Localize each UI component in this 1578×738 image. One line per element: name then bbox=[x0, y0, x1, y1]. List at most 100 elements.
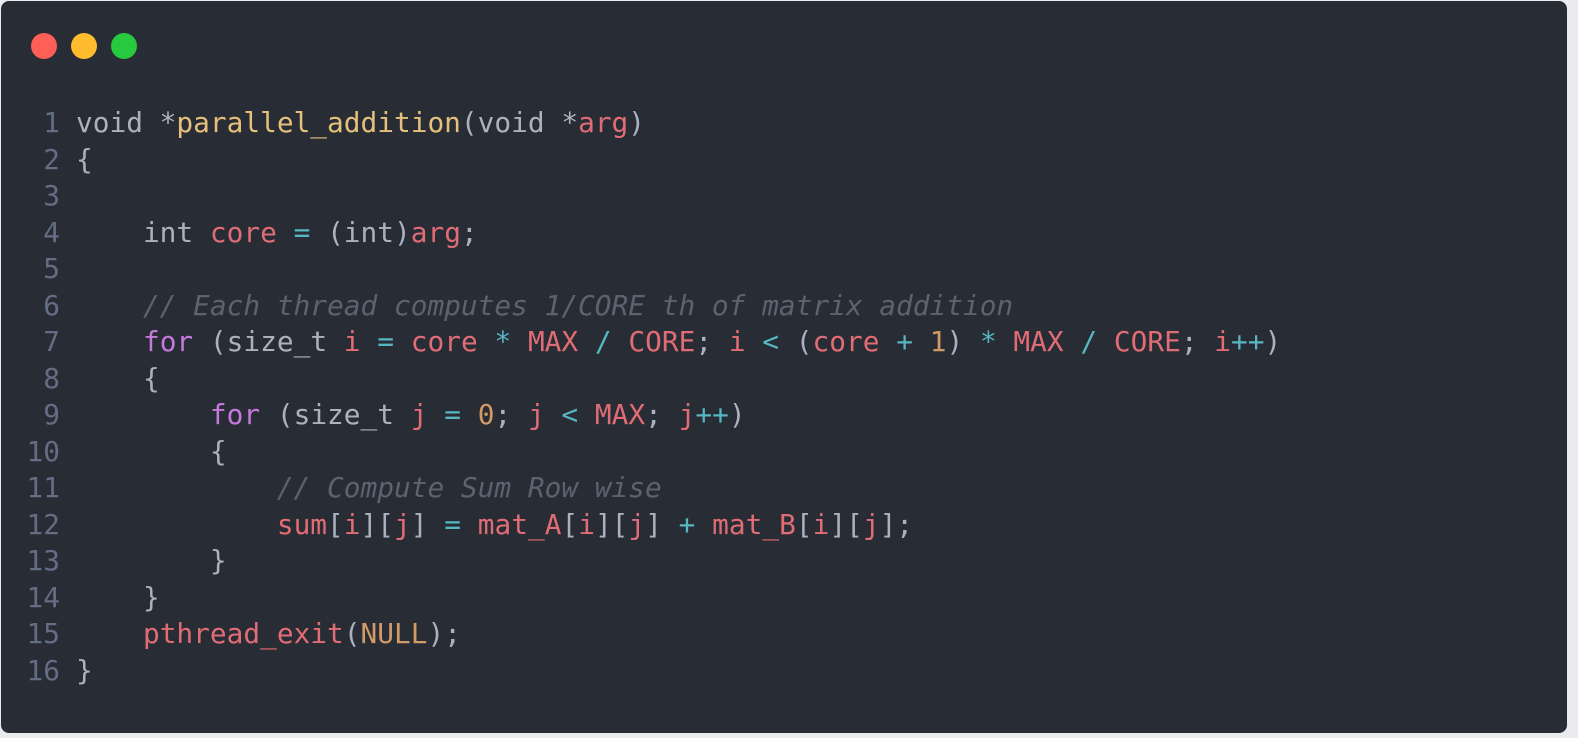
code-token: core bbox=[410, 325, 478, 358]
code-line: 3 bbox=[1, 178, 1567, 215]
code-token: i bbox=[343, 507, 361, 541]
code-token: / bbox=[1063, 325, 1114, 358]
line-text: } bbox=[76, 543, 1567, 580]
line-text: int core = (int)arg; bbox=[76, 215, 1567, 252]
code-token: ][ bbox=[360, 507, 395, 541]
code-token: ; bbox=[494, 398, 528, 431]
line-number: 13 bbox=[26, 544, 60, 577]
code-token: ) bbox=[946, 325, 964, 358]
code-token: (void * bbox=[460, 106, 579, 139]
code-token: } bbox=[76, 653, 93, 687]
line-number: 4 bbox=[43, 215, 60, 249]
code-token: pthread_exit bbox=[142, 617, 344, 650]
code-token: [ bbox=[561, 507, 579, 541]
code-token: ++ bbox=[1231, 325, 1265, 358]
code-block: 1 void *parallel_addition(void *arg) 2 {3 4 … bbox=[1, 105, 1567, 689]
code-token: j bbox=[410, 398, 428, 431]
code-token: (size_t bbox=[193, 325, 344, 358]
code-line: 5 bbox=[1, 251, 1567, 288]
code-token: [ bbox=[795, 507, 813, 541]
line-text: for (size_t i = core * MAX / CORE; i < (… bbox=[76, 324, 1567, 361]
minimize-button[interactable] bbox=[71, 33, 97, 59]
line-text: void *parallel_addition(void *arg) bbox=[76, 105, 1567, 142]
maximize-button[interactable] bbox=[111, 33, 137, 59]
line-number: 5 bbox=[43, 252, 60, 285]
code-token: * bbox=[963, 325, 1014, 358]
code-token: sum bbox=[276, 507, 328, 541]
line-text bbox=[76, 251, 1567, 288]
line-text: // Each thread computes 1/CORE th of mat… bbox=[76, 288, 1567, 325]
code-token: } bbox=[76, 580, 160, 614]
code-token: 0 bbox=[477, 398, 495, 431]
line-text: // Compute Sum Row wise bbox=[76, 470, 1567, 507]
code-line: 8 { bbox=[1, 361, 1567, 398]
code-token: (int) bbox=[327, 215, 411, 249]
code-token: CORE bbox=[628, 325, 696, 358]
code-token: ; bbox=[1180, 325, 1215, 358]
code-window: 1 void *parallel_addition(void *arg) 2 {3 4 … bbox=[1, 1, 1567, 733]
code-token: ]; bbox=[879, 507, 914, 541]
code-token: i bbox=[343, 325, 361, 358]
line-text: { bbox=[76, 434, 1567, 471]
code-token: } bbox=[76, 544, 227, 577]
code-token: + bbox=[879, 325, 930, 358]
code-token: j bbox=[527, 398, 545, 431]
line-number: 3 bbox=[43, 179, 60, 212]
code-token: / bbox=[578, 325, 629, 358]
line-text: for (size_t j = 0; j < MAX; j++) bbox=[76, 397, 1567, 434]
code-token: arg bbox=[578, 106, 629, 139]
line-text: } bbox=[76, 653, 1567, 690]
code-line: 7 for (size_t i = core * MAX / CORE; i <… bbox=[1, 324, 1567, 361]
code-line: 4 int core = (int)arg; bbox=[1, 215, 1567, 252]
code-token: MAX bbox=[1013, 325, 1064, 358]
code-token: ] bbox=[645, 507, 662, 541]
code-token: ][ bbox=[829, 507, 863, 541]
code-token: MAX bbox=[527, 325, 579, 358]
code-token: = bbox=[427, 398, 478, 431]
code-line: 1 void *parallel_addition(void *arg) bbox=[1, 105, 1567, 142]
code-token: j bbox=[394, 507, 411, 541]
code-token: parallel_addition bbox=[176, 106, 461, 139]
code-line: 13 } bbox=[1, 543, 1567, 580]
line-number: 2 bbox=[43, 142, 60, 176]
code-token: CORE bbox=[1113, 325, 1181, 358]
line-text: } bbox=[76, 580, 1567, 617]
code-token: * bbox=[477, 325, 528, 358]
line-number: 10 bbox=[26, 434, 60, 468]
line-text: { bbox=[76, 361, 1567, 398]
code-token: for bbox=[209, 398, 261, 431]
code-line: 11 // Compute Sum Row wise bbox=[1, 470, 1567, 507]
code-token: ][ bbox=[594, 507, 629, 541]
code-token: ; bbox=[645, 398, 679, 431]
code-token: { bbox=[76, 434, 227, 468]
code-token: { bbox=[76, 142, 93, 176]
code-token: [ bbox=[327, 507, 344, 541]
line-number: 7 bbox=[43, 325, 60, 358]
code-token: ; bbox=[695, 325, 729, 358]
code-token: ( bbox=[795, 325, 813, 358]
line-number: 11 bbox=[26, 471, 60, 504]
code-token: // Each thread computes 1/CORE th of mat… bbox=[76, 288, 1014, 322]
code-token: ++ bbox=[695, 398, 729, 431]
code-line: 16} bbox=[1, 653, 1567, 690]
code-token: 1 bbox=[929, 325, 947, 358]
code-line: 12 sum[i][j] = mat_A[i][j] + mat_B[i][j]… bbox=[1, 507, 1567, 544]
code-token: int bbox=[76, 215, 210, 249]
code-token: for bbox=[142, 325, 194, 358]
line-number: 12 bbox=[26, 507, 60, 541]
code-token: i bbox=[1214, 325, 1232, 358]
line-number: 1 bbox=[43, 106, 60, 139]
code-token: mat_A bbox=[477, 507, 562, 541]
line-number: 16 bbox=[26, 653, 60, 687]
line-number: 8 bbox=[43, 361, 60, 395]
code-line: 15 pthread_exit(NULL); bbox=[1, 616, 1567, 653]
window-controls bbox=[31, 33, 137, 59]
code-token: ; bbox=[460, 215, 478, 249]
close-button[interactable] bbox=[31, 33, 57, 59]
code-token: i bbox=[728, 325, 746, 358]
code-token: + bbox=[661, 507, 713, 541]
code-token: < bbox=[544, 398, 595, 431]
line-number: 6 bbox=[43, 288, 60, 322]
